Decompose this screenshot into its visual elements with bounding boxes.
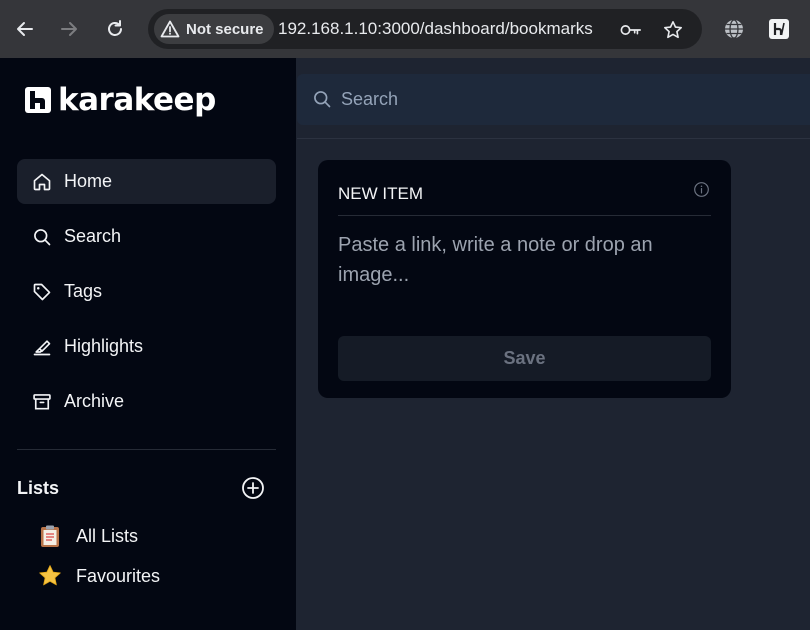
browser-toolbar: Not secure 192.168.1.10:3000/dashboard/b…: [0, 0, 810, 58]
new-item-input[interactable]: Paste a link, write a note or drop an im…: [338, 230, 708, 290]
extension-button[interactable]: [767, 17, 791, 41]
plus-circle-icon: [242, 477, 264, 499]
arrow-right-icon: [61, 22, 77, 36]
extension-logo-icon: [769, 19, 789, 39]
lists-heading: Lists: [17, 478, 60, 498]
sidebar-item-label: Home: [64, 171, 113, 191]
address-bar[interactable]: Not secure 192.168.1.10:3000/dashboard/b…: [148, 9, 702, 49]
bookmark-star-button[interactable]: [662, 19, 684, 41]
sidebar-item-label: Archive: [64, 391, 125, 411]
list-item-favourites[interactable]: Favourites: [38, 561, 160, 591]
url-text[interactable]: 192.168.1.10:3000/dashboard/bookmarks: [278, 19, 593, 39]
sidebar-item-archive[interactable]: Archive: [17, 379, 276, 424]
card-divider: [338, 215, 711, 216]
search-input[interactable]: [341, 86, 781, 112]
list-item-all-lists[interactable]: All Lists: [38, 521, 138, 551]
sidebar-item-label: Tags: [64, 281, 103, 301]
key-icon: [620, 25, 641, 35]
archive-icon: [33, 393, 51, 409]
sidebar-item-label: Highlights: [64, 336, 144, 356]
star-outline-icon: [664, 21, 682, 39]
sidebar-item-highlights[interactable]: Highlights: [17, 324, 276, 369]
highlighter-icon: [33, 339, 51, 355]
header-divider: [297, 138, 810, 139]
search-bar[interactable]: [297, 74, 810, 125]
sidebar-item-label: Search: [64, 226, 122, 246]
sidebar-divider: [17, 449, 276, 450]
sidebar-item-tags[interactable]: Tags: [17, 269, 276, 314]
reload-icon: [108, 20, 122, 36]
search-icon: [34, 228, 51, 245]
security-chip[interactable]: Not secure: [154, 14, 274, 44]
app-logo-text: karakeep: [58, 82, 216, 118]
password-key-button[interactable]: [620, 19, 642, 41]
new-item-title: NEW ITEM: [338, 184, 423, 203]
security-label: Not secure: [186, 20, 264, 38]
home-icon: [33, 173, 51, 190]
arrow-left-icon: [17, 22, 33, 36]
add-list-button[interactable]: [241, 476, 265, 500]
save-button[interactable]: Save: [338, 336, 711, 381]
sidebar-item-home[interactable]: Home: [17, 159, 276, 204]
list-item-label: All Lists: [76, 525, 139, 546]
app-logo[interactable]: karakeep: [24, 82, 216, 118]
search-icon: [314, 91, 331, 108]
back-button[interactable]: [10, 14, 40, 44]
reload-button[interactable]: [100, 14, 130, 44]
clipboard-emoji-icon: [38, 524, 62, 548]
warning-icon: [160, 20, 180, 38]
list-item-label: Favourites: [76, 565, 161, 586]
globe-icon: [725, 19, 743, 39]
new-item-card: NEW ITEM Paste a link, write a note or d…: [318, 160, 731, 398]
star-emoji-icon: [38, 564, 62, 588]
sidebar: karakeep Home Search Tags Highlights Arc…: [0, 58, 296, 630]
info-icon[interactable]: [693, 181, 710, 198]
sidebar-item-search[interactable]: Search: [17, 214, 276, 259]
karakeep-logo-icon: [25, 87, 51, 113]
translate-extension-button[interactable]: [722, 17, 746, 41]
tag-icon: [33, 283, 51, 300]
forward-button[interactable]: [54, 14, 84, 44]
